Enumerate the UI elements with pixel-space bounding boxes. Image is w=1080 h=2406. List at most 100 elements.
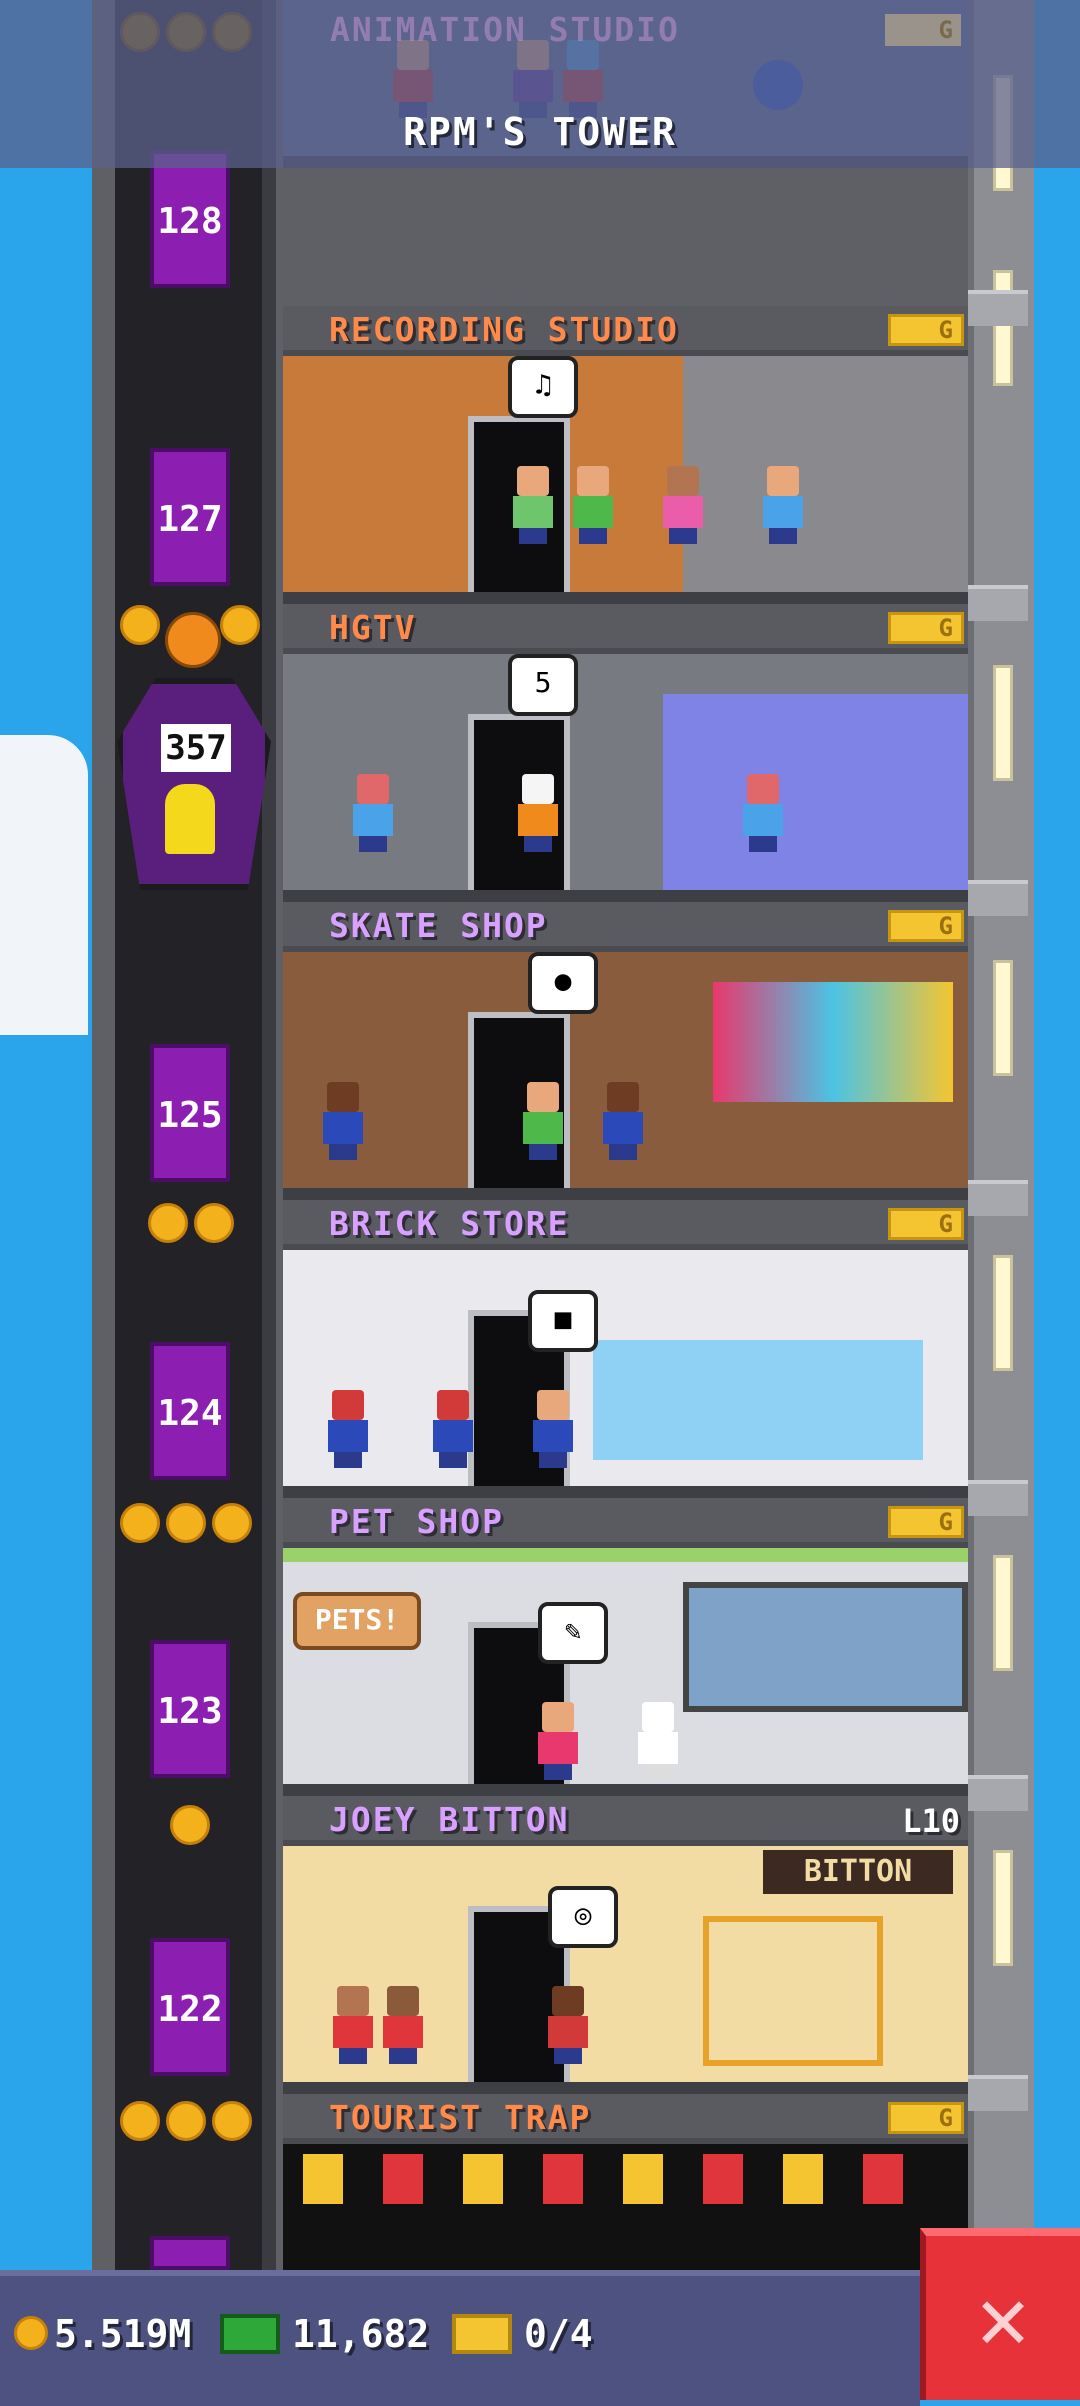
floor-name: PET SHOP (329, 1502, 504, 1541)
room-interior: 5 (283, 654, 968, 890)
star-icon (166, 1503, 206, 1543)
gold-badge[interactable]: G (888, 910, 964, 942)
bux-count[interactable]: 11,682 (292, 2312, 429, 2356)
souvenir-shelf (303, 2154, 943, 2204)
floor-name: RECORDING STUDIO (329, 310, 679, 349)
room-interior: PETS! ✎ (283, 1548, 968, 1798)
bitizen[interactable] (548, 1986, 588, 2064)
ticket-icon (452, 2314, 512, 2354)
gold-badge[interactable]: G (888, 314, 964, 346)
bitizen[interactable] (383, 1986, 423, 2064)
bitizen[interactable] (538, 1702, 578, 1780)
floor-stars (120, 1805, 216, 1849)
bitizen[interactable] (743, 774, 783, 852)
window-light (993, 1850, 1013, 1966)
bitizen[interactable] (763, 466, 803, 544)
star-icon (120, 605, 160, 645)
star-icon (148, 1203, 188, 1243)
bitizen[interactable] (573, 466, 613, 544)
elevator-floor-127[interactable]: 127 (150, 448, 230, 586)
star-icon (120, 12, 160, 52)
elevator-floor-125[interactable]: 125 (150, 1044, 230, 1182)
bitizen[interactable] (353, 774, 393, 852)
gold-badge[interactable]: G (888, 2102, 964, 2134)
close-button[interactable]: ✕ (920, 2228, 1080, 2400)
display-window (593, 1340, 923, 1460)
elevator-floor-122[interactable]: 122 (150, 1938, 230, 2076)
bitizen[interactable] (523, 1082, 563, 1160)
coffin-elevator[interactable]: 357 (117, 678, 271, 890)
elevator-rail (262, 0, 276, 2270)
floor-brick-store[interactable]: BRICK STORE G ■ (283, 1200, 968, 1498)
floor-pet-shop[interactable]: PET SHOP G PETS! ✎ (283, 1498, 968, 1798)
speech-bubble: ✎ (538, 1602, 608, 1664)
room-interior: ♫ (283, 356, 968, 592)
speech-bubble: 5 (508, 654, 578, 716)
star-icon (220, 605, 260, 645)
ledge (968, 290, 1028, 326)
window-light (993, 1555, 1013, 1671)
bitizen[interactable] (603, 1082, 643, 1160)
star-icon (212, 1503, 252, 1543)
coins-count[interactable]: 5.519M (54, 2312, 191, 2356)
bitizen[interactable] (433, 1390, 473, 1468)
pumpkin-icon (165, 612, 221, 668)
elevator-floor-123[interactable]: 123 (150, 1640, 230, 1778)
floor-label-bar: HGTV G (283, 604, 968, 654)
skateboard-rack (713, 982, 953, 1102)
ledge (968, 880, 1028, 916)
floor-label-bar: PET SHOP G (283, 1498, 968, 1548)
gold-badge[interactable]: G (888, 1208, 964, 1240)
floor-name: HGTV (329, 608, 417, 647)
bitizen[interactable] (638, 1702, 678, 1780)
elevator-floor-124[interactable]: 124 (150, 1342, 230, 1480)
floor-skate-shop[interactable]: SKATE SHOP G ● (283, 902, 968, 1200)
floor-recording-studio[interactable]: RECORDING STUDIO G ♫ (283, 306, 968, 604)
floor-stars (120, 2101, 258, 2145)
gold-badge[interactable]: G (888, 612, 964, 644)
elevator-floor-128[interactable]: 128 (150, 150, 230, 288)
floor-joey-bitton[interactable]: JOEY BITTON L10 BITTON ◎ (283, 1796, 968, 2094)
bitizen[interactable] (663, 466, 703, 544)
gold-badge[interactable]: G (888, 1506, 964, 1538)
elevator-car-partial (150, 2236, 230, 2270)
bitizen[interactable] (518, 774, 558, 852)
bitizen[interactable] (328, 1390, 368, 1468)
floor-label-bar: TOURIST TRAP G (283, 2094, 968, 2144)
speech-bubble: ♫ (508, 356, 578, 418)
floor-stars (120, 1503, 258, 1547)
room-interior (283, 2144, 968, 2270)
window-light (993, 665, 1013, 781)
coin-icon (14, 2316, 48, 2350)
bux-icon (220, 2314, 280, 2354)
tower-title: RPM'S TOWER (403, 110, 677, 154)
pets-sign: PETS! (293, 1592, 421, 1650)
floor-label-bar: SKATE SHOP G (283, 902, 968, 952)
floor-stars (120, 1203, 240, 1247)
aquarium-tanks (683, 1582, 968, 1712)
star-icon (166, 2101, 206, 2141)
handbag-shelf (703, 1916, 883, 2066)
bitizen[interactable] (323, 1082, 363, 1160)
ledge (968, 1480, 1028, 1516)
star-icon (120, 2101, 160, 2141)
floor-name: JOEY BITTON (329, 1800, 570, 1839)
star-icon (120, 1503, 160, 1543)
tickets-count[interactable]: 0/4 (524, 2312, 593, 2356)
star-icon (212, 2101, 252, 2141)
bottom-stats-bar: 5.519M 11,682 0/4 (0, 2270, 920, 2406)
floor-tourist-trap[interactable]: TOURIST TRAP G (283, 2094, 968, 2270)
partial-floor-label: ANIMATION STUDIO (330, 10, 680, 49)
bitizen[interactable] (513, 466, 553, 544)
floor-stars (120, 12, 258, 56)
floor-label-bar: RECORDING STUDIO G (283, 306, 968, 356)
floor-name: SKATE SHOP (329, 906, 548, 945)
bitizen[interactable] (333, 1986, 373, 2064)
ledge (968, 1180, 1028, 1216)
bitizen[interactable] (533, 1390, 573, 1468)
floor-hgtv[interactable]: HGTV G 5 (283, 604, 968, 902)
room-interior: ■ (283, 1250, 968, 1486)
star-icon (170, 1805, 210, 1845)
recording-booth (683, 356, 968, 592)
bitton-sign: BITTON (763, 1850, 953, 1894)
